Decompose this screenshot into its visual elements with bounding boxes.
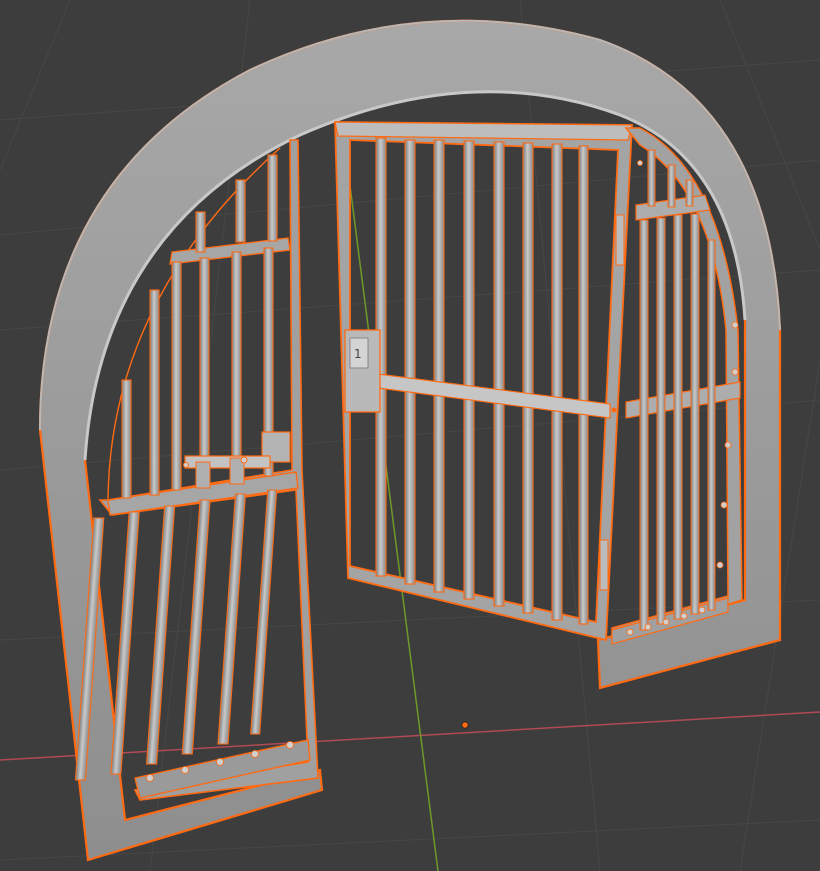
right-bar (685, 179, 694, 207)
right-bar (639, 219, 649, 631)
right-bar (673, 214, 683, 620)
lock-plate-mark: 1 (354, 347, 362, 361)
door-pivot (611, 407, 617, 413)
door-bar (578, 145, 589, 625)
left-bar (267, 154, 278, 242)
rivet (181, 766, 189, 774)
left-bar (171, 261, 182, 491)
rivet (251, 750, 259, 758)
door-bar (551, 143, 563, 621)
door-bar (493, 141, 505, 607)
door-bar (404, 139, 416, 585)
left-bar (195, 211, 206, 253)
left-bar (121, 379, 132, 499)
left-bar (199, 257, 210, 487)
rivet (644, 623, 652, 631)
door-bar (433, 139, 445, 593)
3d-viewport[interactable]: 1 (0, 0, 820, 871)
left-bar (231, 251, 242, 483)
bolt-keeper (195, 461, 211, 489)
rivet (731, 368, 739, 376)
door-bar (522, 142, 534, 614)
rivet (716, 561, 724, 569)
rivet (637, 160, 643, 166)
rivet (731, 321, 739, 329)
bolt-knob (183, 462, 189, 468)
right-bar (707, 239, 716, 611)
right-bar (656, 217, 666, 625)
rivet (146, 774, 154, 782)
left-bar (235, 179, 246, 243)
door-hinge (615, 214, 625, 266)
door-hinge (599, 539, 609, 591)
door-lock[interactable]: 1 (344, 329, 381, 413)
object-origin-point[interactable] (461, 721, 469, 729)
right-bar (690, 213, 700, 615)
rivet (286, 741, 294, 749)
rivet (626, 628, 634, 636)
right-bar (667, 164, 676, 208)
rivet (698, 606, 706, 614)
bolt-knob (240, 456, 248, 464)
rivet (680, 612, 688, 620)
rivet (724, 441, 732, 449)
rivet (720, 501, 728, 509)
left-bar (149, 289, 160, 496)
door-bar (463, 140, 475, 600)
rivet (662, 618, 670, 626)
right-bar (647, 149, 656, 207)
rivet (216, 758, 224, 766)
